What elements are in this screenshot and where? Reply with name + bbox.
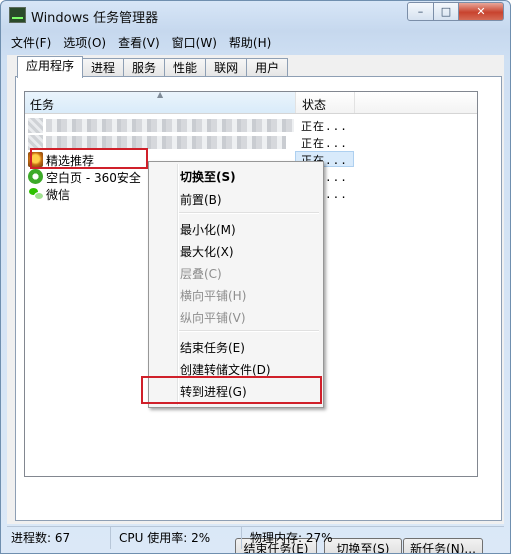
task-name: 空白页 - 360安全 xyxy=(46,171,141,185)
menu-bar: 文件(F) 选项(O) 查看(V) 窗口(W) 帮助(H) xyxy=(5,31,506,51)
column-task-label: 任务 xyxy=(30,98,55,112)
sort-ascending-icon: ▲ xyxy=(157,91,164,99)
tab-processes[interactable]: 进程 xyxy=(82,58,125,78)
context-menu-separator xyxy=(179,212,319,214)
tab-strip: 应用程序 进程 服务 性能 联网 用户 xyxy=(17,56,289,78)
featured-app-icon xyxy=(28,152,43,167)
menu-item-tile-horizontal: 横向平铺(H) xyxy=(180,289,247,303)
menu-window[interactable]: 窗口(W) xyxy=(166,31,223,51)
maximize-button[interactable]: □ xyxy=(434,2,459,21)
status-bar: 进程数: 67 CPU 使用率: 2% 物理内存: 27% xyxy=(7,526,504,549)
tab-networking[interactable]: 联网 xyxy=(205,58,248,78)
task-name: 精选推荐 xyxy=(46,154,95,168)
menu-item-tile-vertical: 纵向平铺(V) xyxy=(180,311,246,325)
wechat-icon xyxy=(28,186,44,201)
blurred-icon xyxy=(28,118,43,133)
menu-item-go-to-process[interactable]: 转到进程(G) xyxy=(151,379,321,401)
context-menu-separator xyxy=(179,330,319,332)
menu-item-cascade: 层叠(C) xyxy=(180,267,222,281)
menu-item-maximize[interactable]: 最大化(X) xyxy=(151,239,321,261)
browser-360-icon xyxy=(28,169,43,184)
status-cpu-usage: CPU 使用率: 2% xyxy=(111,527,242,549)
status-memory-usage: 物理内存: 27% xyxy=(250,531,333,545)
status-process-count: 进程数: 67 xyxy=(7,527,111,549)
task-row[interactable]: 正在... xyxy=(25,134,477,151)
task-list-header: ▲ 任务 状态 xyxy=(25,92,477,114)
blurred-icon xyxy=(28,135,43,150)
menu-view[interactable]: 查看(V) xyxy=(112,31,166,51)
title-bar[interactable]: Windows 任务管理器 – □ ✕ xyxy=(1,1,510,29)
menu-options[interactable]: 选项(O) xyxy=(57,31,112,51)
window-title: Windows 任务管理器 xyxy=(31,11,159,26)
menu-file[interactable]: 文件(F) xyxy=(5,31,57,51)
task-manager-window: Windows 任务管理器 – □ ✕ 文件(F) 选项(O) 查看(V) 窗口… xyxy=(0,0,511,554)
menu-item-switch-to[interactable]: 切换至(S) xyxy=(151,164,321,186)
task-name: 微信 xyxy=(46,188,71,202)
menu-item-create-dump-file[interactable]: 创建转储文件(D) xyxy=(151,357,321,379)
menu-item-end-task[interactable]: 结束任务(E) xyxy=(151,335,321,357)
task-name-redacted xyxy=(46,119,294,132)
task-status: 正在... xyxy=(301,137,348,150)
column-status-label: 状态 xyxy=(302,98,327,112)
window-controls: – □ ✕ xyxy=(407,2,504,21)
tab-users[interactable]: 用户 xyxy=(246,58,289,78)
tab-services[interactable]: 服务 xyxy=(123,58,166,78)
task-name-redacted xyxy=(46,136,286,149)
menu-help[interactable]: 帮助(H) xyxy=(223,31,277,51)
column-header-task[interactable]: ▲ 任务 xyxy=(25,92,296,113)
context-menu: 切换至(S) 前置(B) 最小化(M) 最大化(X) 层叠(C) 横向平铺(H)… xyxy=(148,161,324,408)
task-row[interactable]: 正在... xyxy=(25,117,477,134)
menu-item-minimize[interactable]: 最小化(M) xyxy=(151,217,321,239)
menu-item-bring-to-front[interactable]: 前置(B) xyxy=(151,187,321,209)
minimize-button[interactable]: – xyxy=(407,2,434,21)
tab-applications[interactable]: 应用程序 xyxy=(17,56,84,78)
task-manager-icon xyxy=(9,7,26,23)
task-status: 正在... xyxy=(301,120,348,133)
column-header-status[interactable]: 状态 xyxy=(296,92,355,113)
tab-performance[interactable]: 性能 xyxy=(164,58,207,78)
close-button[interactable]: ✕ xyxy=(459,2,504,21)
